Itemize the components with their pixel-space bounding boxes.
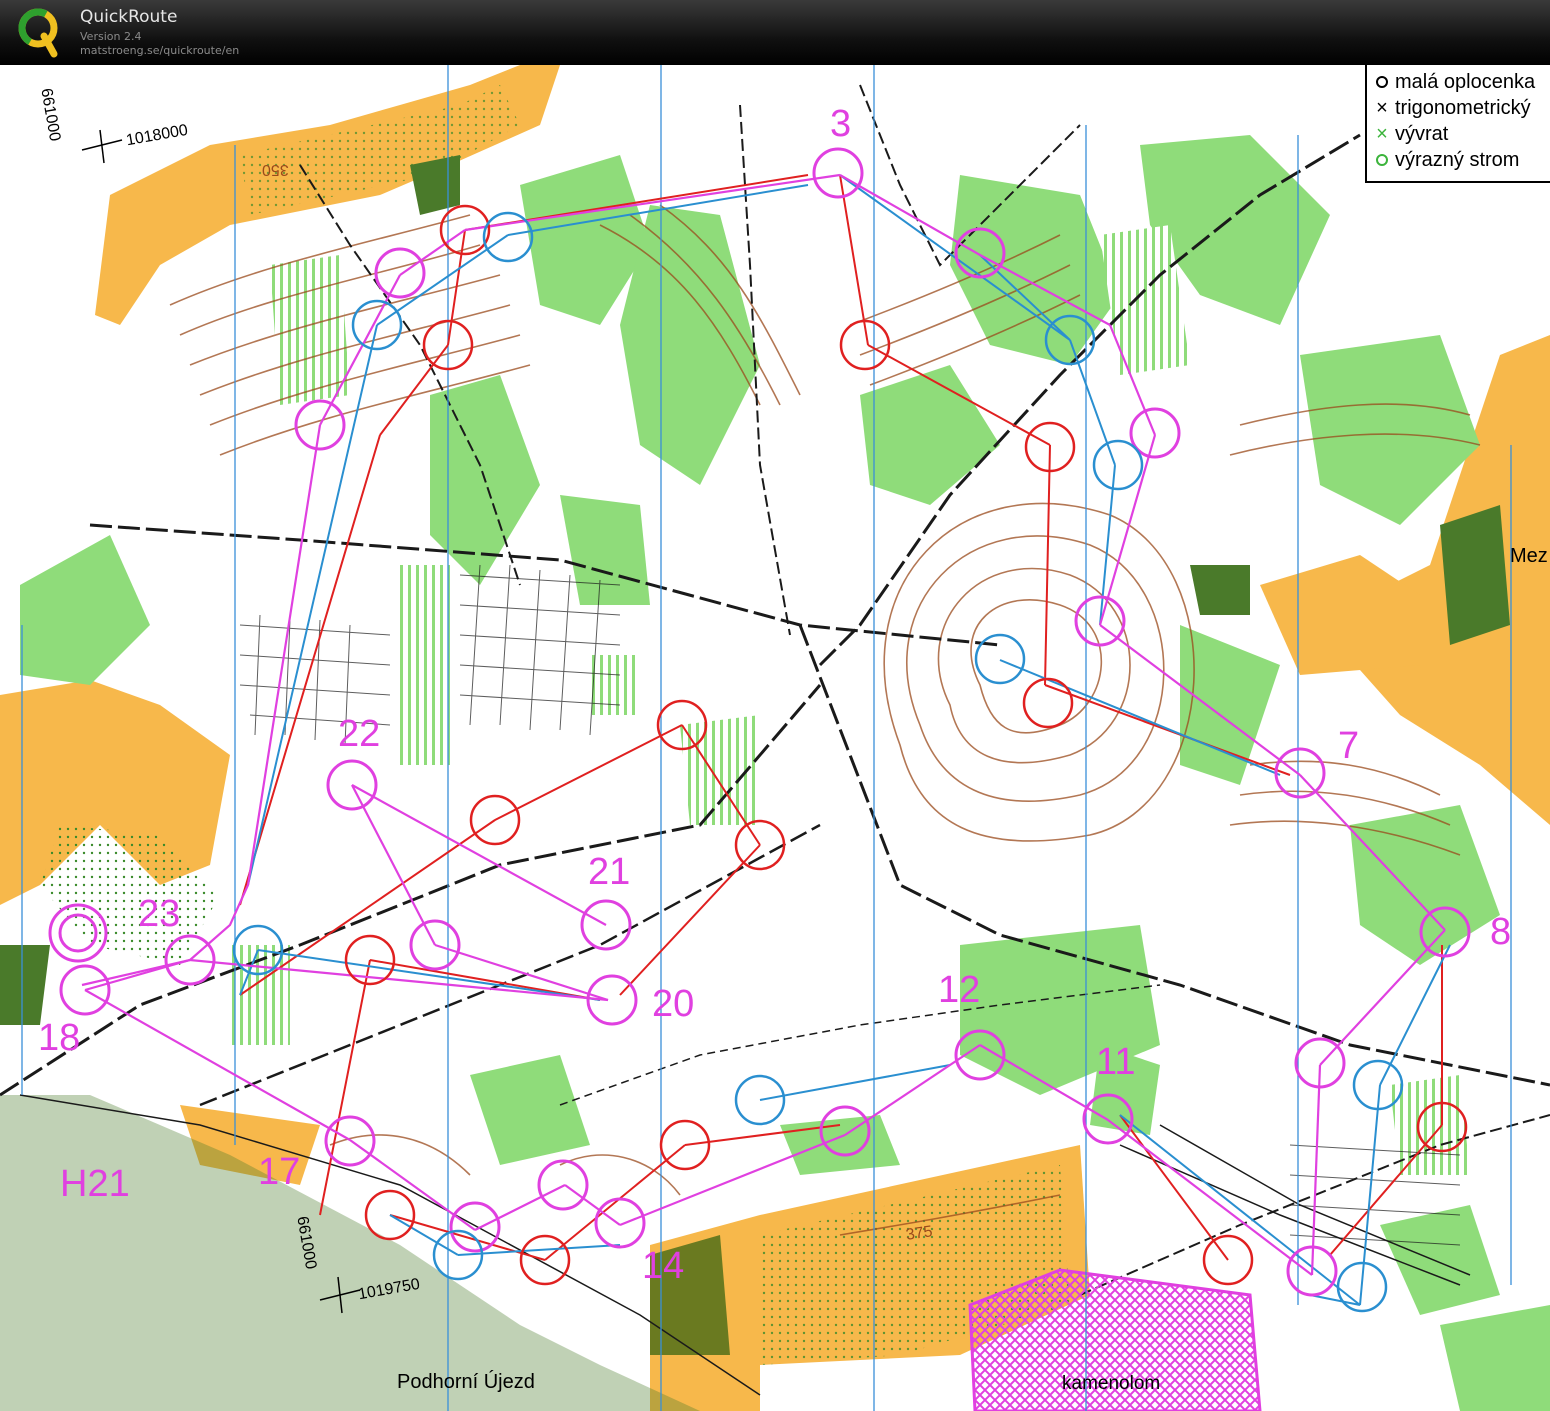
legend-label: trigonometrický (1395, 97, 1531, 119)
app-url[interactable]: matstroeng.se/quickroute/en (80, 44, 239, 57)
orienteering-map[interactable]: malá oplocenka × trigonometrický × vývrat … (0, 65, 1550, 1411)
control-number-20: 20 (652, 983, 695, 1025)
legend-label: vývrat (1395, 123, 1449, 145)
legend-item: výrazný strom (1373, 149, 1519, 175)
control-number-23: 23 (138, 893, 181, 935)
legend-item: × vývrat (1373, 123, 1448, 149)
map-legend: malá oplocenka × trigonometrický × vývrat … (1365, 65, 1550, 183)
legend-label: malá oplocenka (1395, 71, 1536, 93)
small-black-circle-icon (1376, 76, 1388, 88)
edge-place-name: Mez (1510, 545, 1548, 567)
village-name: Podhorní Újezd (397, 1371, 535, 1393)
contour-label-350: 350 (262, 161, 289, 178)
control-number-18: 18 (38, 1017, 81, 1059)
control-number-22: 22 (338, 713, 381, 755)
legend-item: × trigonometrický (1373, 97, 1531, 123)
control-number-3: 3 (830, 103, 852, 145)
app-version: Version 2.4 (80, 30, 142, 43)
legend-label: výrazný strom (1395, 149, 1520, 171)
control-number-12: 12 (938, 969, 981, 1011)
black-x-icon: × (1376, 97, 1388, 119)
control-number-21: 21 (588, 851, 631, 893)
control-number-7: 7 (1338, 725, 1360, 767)
control-number-11: 11 (1096, 1041, 1136, 1083)
control-number-14: 14 (642, 1245, 685, 1287)
legend-item: malá oplocenka (1373, 71, 1535, 97)
map-canvas (0, 65, 1550, 1411)
course-name: H21 (60, 1163, 130, 1205)
green-x-icon: × (1376, 123, 1388, 145)
control-number-8: 8 (1490, 911, 1512, 953)
green-circle-icon (1376, 154, 1388, 166)
title-bar: QuickRoute Version 2.4 matstroeng.se/qui… (0, 0, 1550, 65)
control-number-17: 17 (258, 1151, 301, 1193)
quickroute-logo-icon (18, 8, 58, 58)
contour-label-375: 375 (904, 1223, 934, 1244)
app-name: QuickRoute (80, 7, 178, 27)
quarry-name: kamenolom (1062, 1373, 1161, 1394)
